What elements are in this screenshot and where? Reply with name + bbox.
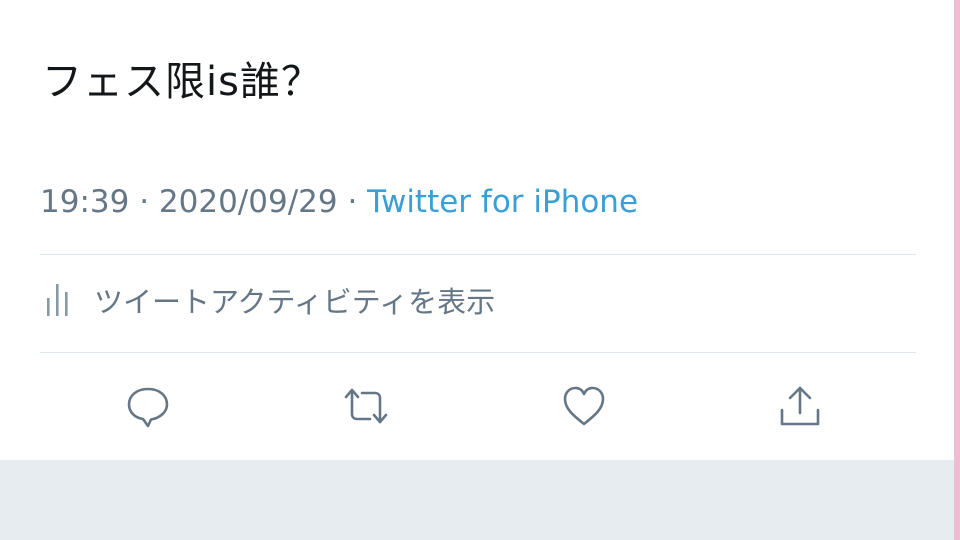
share-button[interactable]: [770, 376, 830, 436]
speech-bubble-icon: [127, 387, 169, 428]
tweet-source-link[interactable]: Twitter for iPhone: [367, 184, 638, 220]
tweet-meta: 19:39 · 2020/09/29 · Twitter for iPhone: [40, 180, 638, 224]
bar-chart-icon: [47, 284, 68, 316]
tweet-actions-bar: [0, 376, 954, 440]
tweet-activity-button[interactable]: ツイートアクティビティを表示: [44, 276, 495, 324]
like-button[interactable]: [554, 376, 614, 436]
tweet-time: 19:39: [40, 184, 130, 220]
retweet-icon: [344, 388, 388, 424]
retweet-button[interactable]: [336, 376, 396, 436]
meta-separator: ·: [129, 184, 159, 220]
meta-separator: ·: [337, 184, 368, 220]
timeline-background: [0, 460, 954, 540]
reply-button[interactable]: [118, 376, 178, 436]
tweet-card: フェス限is誰？ 19:39 · 2020/09/29 · Twitter fo…: [0, 0, 954, 460]
edge-accent: [954, 0, 960, 540]
heart-icon: [563, 386, 605, 426]
tweet-date: 2020/09/29: [158, 184, 338, 220]
tweet-activity-label: ツイートアクティビティを表示: [94, 285, 496, 319]
tweet-text: フェス限is誰？: [42, 59, 322, 105]
divider: [40, 352, 916, 353]
tweet-detail-screen: フェス限is誰？ 19:39 · 2020/09/29 · Twitter fo…: [0, 0, 960, 540]
divider: [40, 254, 916, 255]
share-upload-icon: [780, 386, 820, 426]
